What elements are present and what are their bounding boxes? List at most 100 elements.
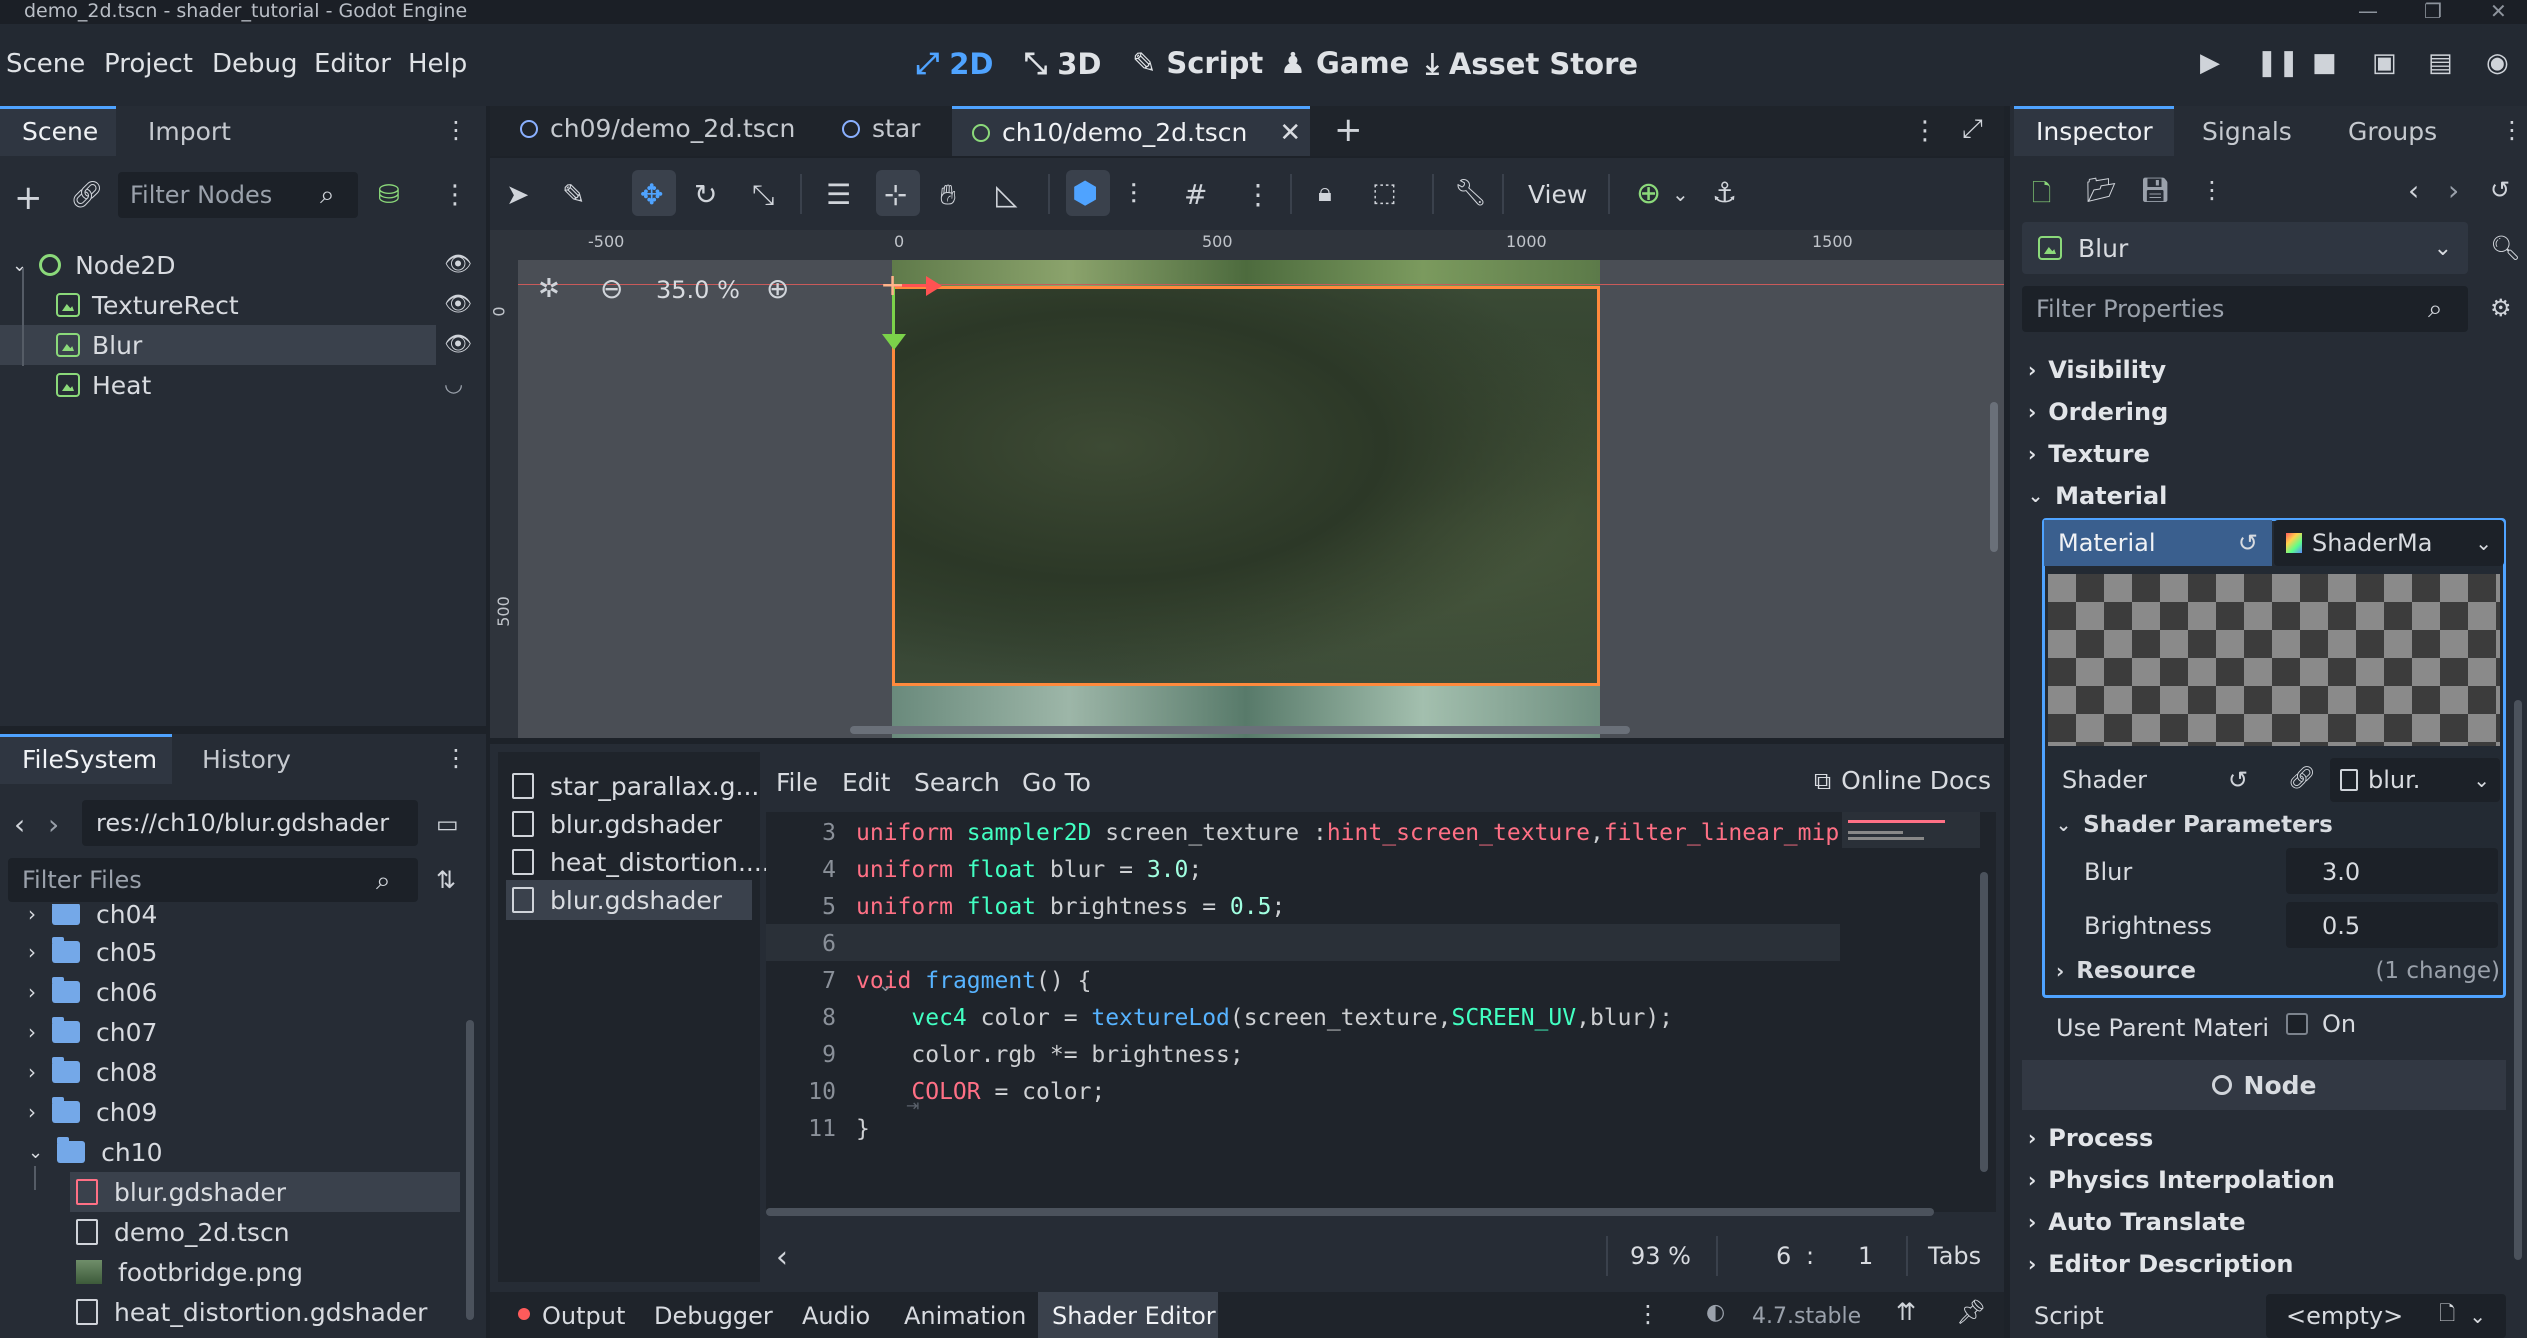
folder-row[interactable]: › ch09	[28, 1092, 157, 1132]
code-line[interactable]: 3 uniform sampler2D screen_texture : hint_…	[766, 814, 1839, 851]
code-zoom[interactable]: 93 %	[1630, 1242, 1691, 1270]
tree-row-node2d[interactable]: ⌄ Node2D	[0, 245, 484, 285]
history-forward-icon[interactable]: ›	[2448, 174, 2459, 207]
viewport-v-scrollbar[interactable]	[1990, 402, 1998, 552]
chevron-down-icon[interactable]: ⌄	[1672, 182, 1689, 206]
param-blur-input[interactable]: 3.0	[2286, 848, 2498, 894]
sort-icon[interactable]: ⇅	[436, 866, 456, 894]
filter-properties-input[interactable]: Filter Properties	[2022, 286, 2468, 332]
workspace-asset-store-button[interactable]: ⤓ Asset Store	[1426, 46, 1638, 81]
code-line[interactable]: 5 uniform float brightness = 0.5;	[766, 888, 1285, 925]
menu-project[interactable]: Project	[104, 49, 193, 79]
pan-tool-icon[interactable]: ✋︎	[940, 178, 956, 212]
fold-chevron-icon[interactable]: ⌄	[878, 975, 893, 996]
play-custom-scene-icon[interactable]: ▤	[2428, 48, 2453, 78]
anchor-icon[interactable]: ⚓︎	[1712, 176, 1737, 209]
scene-tab-ch09[interactable]: ch09/demo_2d.tscn	[520, 114, 795, 143]
shader-file-item[interactable]: heat_distortion....	[512, 842, 770, 882]
paint-tool-icon[interactable]: ✎	[562, 178, 585, 211]
section-resource[interactable]: › Resource (1 change)	[2056, 958, 2500, 984]
code-h-scrollbar[interactable]	[766, 1208, 1934, 1216]
scale-tool-icon[interactable]: ⤡	[752, 178, 774, 212]
code-minimap[interactable]	[1842, 812, 1980, 848]
code-line[interactable]: 8 vec4 color = textureLod (screen_texture…	[766, 999, 1673, 1036]
section-auto-translate[interactable]: › Auto Translate	[2028, 1208, 2246, 1236]
filesystem-scrollbar[interactable]	[466, 1020, 474, 1320]
grid-snap-icon[interactable]: #	[1184, 178, 1207, 211]
instantiate-scene-icon[interactable]: ⛁	[378, 180, 400, 210]
tab-groups[interactable]: Groups	[2348, 117, 2437, 146]
use-parent-material-checkbox[interactable]: On	[2286, 1010, 2356, 1038]
filter-options-icon[interactable]: ⚙︎	[2490, 294, 2512, 322]
group-icon[interactable]: ⬚	[1372, 178, 1397, 208]
node-doc-icon[interactable]: 🔍︎	[2490, 234, 2520, 262]
forward-icon[interactable]: ›	[48, 808, 59, 841]
code-editor[interactable]: 3 uniform sampler2D screen_texture : hint_…	[766, 812, 1996, 1212]
split-view-icon[interactable]: ▭	[436, 810, 459, 838]
tab-output[interactable]: Output	[542, 1302, 625, 1330]
indent-mode[interactable]: Tabs	[1928, 1242, 1981, 1270]
workspace-2d-button[interactable]: ⤢ 2D	[916, 46, 993, 81]
shader-menu-file[interactable]: File	[776, 768, 818, 797]
eye-icon[interactable]: 👁︎	[444, 292, 472, 317]
folder-row[interactable]: ⌄ ch10	[28, 1132, 163, 1172]
workspace-script-button[interactable]: ✎ Script	[1132, 46, 1263, 80]
movie-maker-icon[interactable]: ◉	[2486, 48, 2509, 78]
section-visibility[interactable]: › Visibility	[2028, 356, 2166, 384]
menu-editor[interactable]: Editor	[314, 49, 391, 79]
panel-menu-icon[interactable]: ⋮	[1636, 1300, 1660, 1328]
shader-file-item[interactable]: blur.gdshader	[512, 804, 722, 844]
smart-snap-icon[interactable]: ⫶	[1130, 178, 1137, 212]
scene-options-icon[interactable]: ⋮	[442, 180, 468, 210]
viewport-h-scrollbar[interactable]	[850, 726, 1630, 734]
play-scene-icon[interactable]: ▣	[2372, 48, 2397, 78]
workspace-game-button[interactable]: ♟ Game	[1280, 46, 1409, 80]
pause-icon[interactable]: ❚❚	[2256, 48, 2300, 78]
menu-scene[interactable]: Scene	[6, 49, 85, 79]
online-docs-button[interactable]: ⧉ Online Docs	[1814, 766, 1991, 795]
menu-help[interactable]: Help	[408, 49, 467, 79]
material-resource-picker[interactable]: ShaderMa ⌄	[2274, 520, 2504, 566]
play-icon[interactable]: ▶	[2200, 48, 2220, 78]
close-window-icon[interactable]: ✕	[2490, 0, 2507, 22]
path-input[interactable]: res://ch10/blur.gdshader	[82, 800, 418, 846]
add-tab-icon[interactable]: +	[1334, 110, 1363, 150]
ruler-tool-icon[interactable]: ◺	[996, 178, 1018, 211]
shader-menu-search[interactable]: Search	[914, 768, 1000, 797]
stop-icon[interactable]: ■	[2312, 48, 2337, 78]
code-line[interactable]: 7 void fragment() {	[766, 962, 1091, 999]
zoom-in-icon[interactable]: ⊕	[766, 272, 789, 305]
add-node-icon[interactable]: +	[14, 178, 43, 218]
back-icon[interactable]: ‹	[14, 808, 25, 841]
revert-icon[interactable]: ↺	[2228, 766, 2248, 794]
link-icon[interactable]: 🔗︎	[2288, 766, 2316, 791]
tab-audio[interactable]: Audio	[802, 1302, 870, 1330]
distraction-free-icon[interactable]: ⤢	[1962, 114, 1983, 145]
shader-menu-goto[interactable]: Go To	[1022, 768, 1091, 797]
snap-options-icon[interactable]: ⋮	[1244, 178, 1272, 211]
menu-debug[interactable]: Debug	[212, 49, 298, 79]
shader-menu-edit[interactable]: Edit	[842, 768, 890, 797]
rotate-tool-icon[interactable]: ↻	[694, 178, 717, 211]
new-resource-icon[interactable]: 🗋︎	[2032, 176, 2051, 217]
section-shader-parameters[interactable]: ⌄ Shader Parameters	[2056, 812, 2333, 838]
code-line[interactable]: 10 COLOR = color;	[766, 1073, 1105, 1110]
maximize-icon[interactable]: ❐	[2424, 0, 2442, 22]
shader-file-item[interactable]: star_parallax.g...	[512, 766, 759, 806]
tree-row-texturerect[interactable]: TextureRect	[0, 285, 484, 325]
filter-files-input[interactable]: Filter Files	[8, 858, 418, 902]
code-v-scrollbar[interactable]	[1980, 872, 1988, 1172]
dock-menu-icon[interactable]: ⋮	[444, 744, 468, 772]
scene-tab-ch10[interactable]: ch10/demo_2d.tscn ✕	[952, 106, 1310, 156]
folder-row[interactable]: › ch07	[28, 1012, 157, 1052]
tabs-menu-icon[interactable]: ⋮	[1912, 116, 1938, 146]
lock-icon[interactable]: 🔒︎	[1318, 178, 1332, 209]
more-options-icon[interactable]: ⋮	[2200, 176, 2224, 204]
section-physics-interpolation[interactable]: › Physics Interpolation	[2028, 1166, 2335, 1194]
folder-row[interactable]: › ch04	[28, 904, 157, 934]
canvas-viewport[interactable]: -500 0 500 1000 1500 0 500 + ✲ ⊖ 35.0 % …	[490, 230, 2004, 738]
section-editor-description[interactable]: › Editor Description	[2028, 1250, 2293, 1278]
skeleton-icon[interactable]: 🔧︎	[1454, 178, 1487, 208]
script-resource-picker[interactable]: <empty> 🗋︎ ⌄	[2266, 1294, 2506, 1338]
select-tool-icon[interactable]: ➤	[506, 178, 529, 211]
